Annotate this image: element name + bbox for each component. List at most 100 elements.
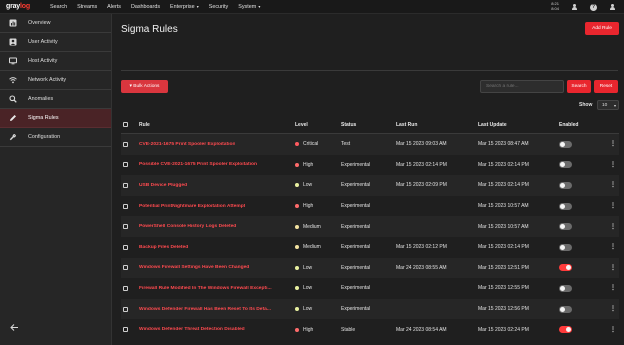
status-cell: Experimental bbox=[341, 216, 393, 237]
enabled-toggle[interactable] bbox=[559, 140, 572, 148]
row-checkbox[interactable] bbox=[123, 244, 128, 250]
enabled-toggle[interactable] bbox=[559, 305, 572, 313]
row-checkbox[interactable] bbox=[123, 162, 128, 168]
rule-link[interactable]: Possible CVE-2021-1675 Print Spooler Exp… bbox=[139, 162, 257, 167]
kebab-menu-icon[interactable]: ⋮ bbox=[610, 182, 616, 188]
row-checkbox[interactable] bbox=[123, 141, 128, 147]
sidebar-item-anomalies[interactable]: Anomalies bbox=[0, 90, 111, 109]
menu-cell: ⋮ bbox=[609, 134, 617, 155]
header-status[interactable]: Status bbox=[341, 116, 393, 133]
row-select-cell bbox=[123, 216, 133, 237]
nav-system[interactable]: System ▾ bbox=[238, 4, 260, 10]
status-cell: Experimental bbox=[341, 278, 393, 299]
rule-link[interactable]: Windows Defender Threat Detection Disabl… bbox=[139, 327, 245, 332]
rule-cell: Backup Files Deleted bbox=[139, 237, 289, 258]
enabled-toggle[interactable] bbox=[559, 284, 572, 292]
toggle-knob bbox=[560, 203, 565, 209]
level-text: Low bbox=[303, 264, 313, 271]
rule-link[interactable]: PowerShell Console History Logs Deleted bbox=[139, 224, 236, 229]
rule-link[interactable]: Potential PrintNightmare Exploitation At… bbox=[139, 204, 245, 209]
table-row: Windows Defender Threat Detection Disabl… bbox=[121, 319, 619, 340]
header-enabled[interactable]: Enabled bbox=[559, 116, 589, 133]
kebab-menu-icon[interactable]: ⋮ bbox=[610, 265, 616, 271]
menu-cell: ⋮ bbox=[609, 216, 617, 237]
enabled-toggle[interactable] bbox=[559, 326, 572, 334]
notifications-icon[interactable] bbox=[571, 3, 578, 11]
table-row: Backup Files Deleted Medium Experimental Ma… bbox=[121, 236, 619, 258]
search-input[interactable] bbox=[480, 80, 564, 93]
select-all-checkbox[interactable] bbox=[123, 122, 128, 127]
sidebar-item-sigma-rules[interactable]: Sigma Rules bbox=[0, 109, 111, 128]
status-cell: Stable bbox=[341, 319, 393, 340]
kebab-menu-icon[interactable]: ⋮ bbox=[610, 244, 616, 250]
nav-search[interactable]: Search bbox=[50, 4, 67, 10]
nav-streams[interactable]: Streams bbox=[77, 4, 97, 10]
help-icon[interactable]: ? bbox=[590, 3, 597, 11]
rule-link[interactable]: USB Device Plugged bbox=[139, 183, 187, 188]
kebab-menu-icon[interactable]: ⋮ bbox=[610, 162, 616, 168]
rule-link[interactable]: CVE-2021-1675 Print Spooler Exploitation bbox=[139, 142, 235, 147]
toggle-knob bbox=[566, 327, 571, 333]
search-button[interactable]: Search bbox=[567, 80, 591, 93]
row-checkbox[interactable] bbox=[123, 224, 128, 230]
reset-button[interactable]: Reset bbox=[594, 80, 618, 93]
rule-link[interactable]: Backup Files Deleted bbox=[139, 245, 188, 250]
header-level[interactable]: Level bbox=[295, 116, 343, 133]
collapse-sidebar-icon[interactable] bbox=[10, 323, 19, 332]
sidebar-item-configuration[interactable]: Configuration bbox=[0, 128, 111, 147]
sidebar-item-user-activity[interactable]: User Activity bbox=[0, 33, 111, 52]
logo-text: gray bbox=[6, 3, 20, 10]
header-rule[interactable]: Rule bbox=[139, 116, 289, 133]
table-header: Rule Level Status Last Run Last Update E… bbox=[121, 116, 619, 134]
chevron-down-icon: ▾ bbox=[195, 3, 199, 9]
kebab-menu-icon[interactable]: ⋮ bbox=[610, 285, 616, 291]
add-rule-button[interactable]: Add Rule bbox=[585, 22, 619, 35]
enabled-toggle[interactable] bbox=[559, 181, 572, 189]
kebab-menu-icon[interactable]: ⋮ bbox=[610, 224, 616, 230]
user-menu-icon[interactable] bbox=[609, 3, 616, 11]
last-update-cell: Mar 15 2023 10:57 AM bbox=[478, 196, 558, 217]
row-checkbox[interactable] bbox=[123, 203, 128, 209]
last-run-cell: Mar 15 2023 02:14 PM bbox=[396, 155, 476, 176]
rule-cell: Possible CVE-2021-1675 Print Spooler Exp… bbox=[139, 155, 289, 176]
toggle-knob bbox=[560, 285, 565, 291]
kebab-menu-icon[interactable]: ⋮ bbox=[610, 327, 616, 333]
nav-alerts[interactable]: Alerts bbox=[107, 4, 121, 10]
row-checkbox[interactable] bbox=[123, 327, 128, 333]
enabled-toggle[interactable] bbox=[559, 264, 572, 272]
nav-dashboards[interactable]: Dashboards bbox=[131, 4, 160, 10]
kebab-menu-icon[interactable]: ⋮ bbox=[610, 203, 616, 209]
last-update-cell: Mar 15 2023 02:14 PM bbox=[478, 237, 558, 258]
chevron-down-icon: ▾ bbox=[613, 102, 616, 108]
sidebar: Overview User Activity Host Activity Net… bbox=[0, 14, 112, 345]
menu-cell: ⋮ bbox=[609, 258, 617, 279]
sidebar-item-overview[interactable]: Overview bbox=[0, 14, 111, 33]
page-size-select[interactable]: 10 ▾ bbox=[597, 100, 619, 110]
rule-link[interactable]: Firewall Rule Modified In The Windows Fi… bbox=[139, 286, 272, 291]
enabled-cell bbox=[559, 216, 589, 237]
row-checkbox[interactable] bbox=[123, 306, 128, 312]
enabled-toggle[interactable] bbox=[559, 243, 572, 251]
bulk-actions-button[interactable]: ▾ Bulk Actions bbox=[121, 80, 168, 93]
header-last-update[interactable]: Last Update bbox=[478, 116, 558, 133]
row-checkbox[interactable] bbox=[123, 265, 128, 271]
rule-link[interactable]: Windows Defender Firewall Has Been Reset… bbox=[139, 307, 271, 312]
graylog-logo[interactable]: gray log bbox=[0, 0, 44, 14]
sidebar-item-network-activity[interactable]: Network Activity bbox=[0, 71, 111, 90]
divider bbox=[121, 70, 618, 71]
row-checkbox[interactable] bbox=[123, 285, 128, 291]
rule-link[interactable]: Windows Firewall Settings Have Been Chan… bbox=[139, 265, 249, 270]
status-text: Experimental bbox=[341, 285, 371, 292]
row-checkbox[interactable] bbox=[123, 182, 128, 188]
level-dot bbox=[295, 265, 299, 270]
nav-enterprise[interactable]: Enterprise ▾ bbox=[170, 4, 199, 10]
nav-security[interactable]: Security bbox=[209, 4, 228, 10]
kebab-menu-icon[interactable]: ⋮ bbox=[610, 306, 616, 312]
kebab-menu-icon[interactable]: ⋮ bbox=[610, 141, 616, 147]
sidebar-item-host-activity[interactable]: Host Activity bbox=[0, 52, 111, 71]
header-last-run[interactable]: Last Run bbox=[396, 116, 476, 133]
enabled-toggle[interactable] bbox=[559, 161, 572, 169]
enabled-toggle[interactable] bbox=[559, 223, 572, 231]
row-select-cell bbox=[123, 258, 133, 279]
enabled-toggle[interactable] bbox=[559, 202, 572, 210]
